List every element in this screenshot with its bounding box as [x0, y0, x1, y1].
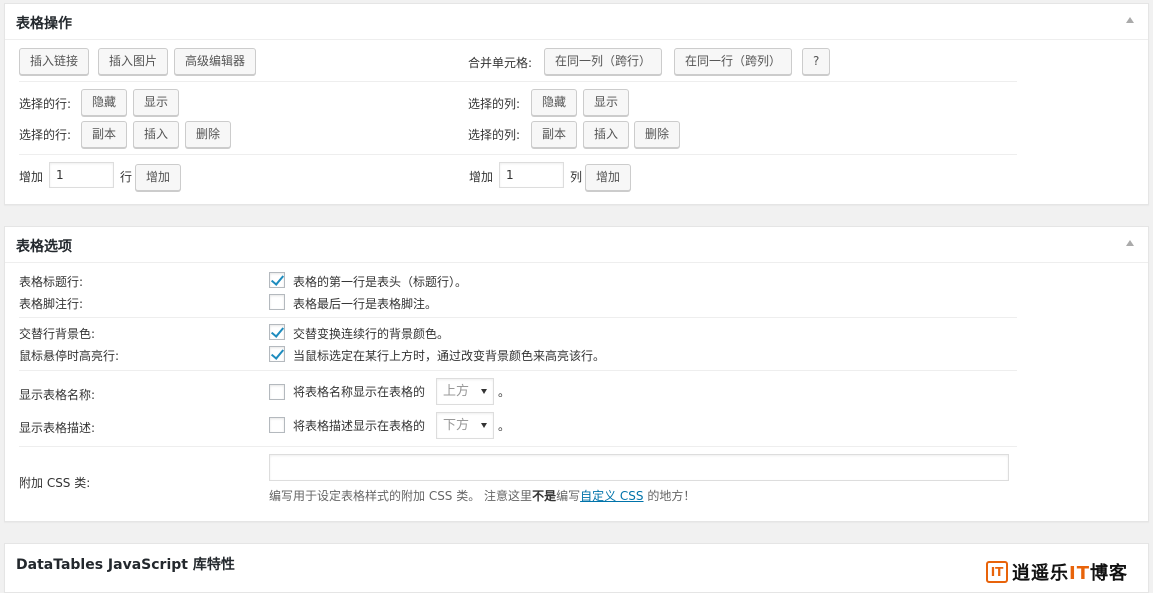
advanced-editor-button[interactable]: 高级编辑器: [174, 48, 257, 75]
show-name-text: 将表格名称显示在表格的: [293, 385, 426, 399]
hover-highlight-checkbox[interactable]: [269, 346, 285, 362]
add-columns-count-input[interactable]: [499, 162, 564, 188]
rows-unit-label: 行: [120, 170, 133, 184]
show-rows-button[interactable]: 显示: [133, 89, 180, 116]
duplicate-rows-button[interactable]: 副本: [81, 121, 128, 148]
panel-title: 表格选项: [16, 239, 72, 255]
desc-position-select[interactable]: 下方: [436, 412, 494, 439]
divider: [19, 154, 1017, 155]
name-position-select[interactable]: 上方: [436, 378, 494, 405]
duplicate-columns-button[interactable]: 副本: [531, 121, 578, 148]
footer-row-label: 表格脚注行:: [19, 297, 84, 311]
show-desc-text: 将表格描述显示在表格的: [293, 419, 426, 433]
insert-columns-button[interactable]: 插入: [583, 121, 630, 148]
show-columns-button[interactable]: 显示: [583, 89, 630, 116]
show-name-suffix: 。: [498, 385, 511, 399]
delete-rows-button[interactable]: 删除: [185, 121, 232, 148]
hover-highlight-label: 鼠标悬停时高亮行:: [19, 349, 120, 363]
hide-columns-button[interactable]: 隐藏: [531, 89, 578, 116]
add-columns-button[interactable]: 增加: [585, 164, 632, 191]
panel-header[interactable]: 表格选项: [5, 227, 1148, 263]
hide-rows-button[interactable]: 隐藏: [81, 89, 128, 116]
site-watermark-logo: IT 逍遥乐IT博客: [986, 560, 1128, 584]
footer-row-text: 表格最后一行是表格脚注。: [293, 297, 438, 311]
divider: [19, 446, 1017, 447]
help-text-prefix: 编写用于设定表格样式的附加 CSS 类。 注意这里: [269, 489, 533, 503]
panel-title: DataTables JavaScript 库特性: [16, 557, 235, 573]
table-operations-panel: 表格操作 插入链接 插入图片 高级编辑器 合并单元格: 在同一列（跨行） 在同一…: [4, 3, 1149, 205]
collapse-arrow-icon[interactable]: [1126, 17, 1134, 23]
selected-rows-label: 选择的行:: [19, 97, 72, 111]
selected-rows-label: 选择的行:: [19, 128, 72, 142]
hover-highlight-text: 当鼠标选定在某行上方时，通过改变背景颜色来高亮该行。: [293, 349, 606, 363]
table-options-panel: 表格选项 表格标题行: 表格的第一行是表头（标题行）。 表格脚注行: 表格最后一…: [4, 226, 1149, 522]
logo-text-b: IT: [1069, 563, 1090, 584]
desc-position-value: 下方: [443, 418, 470, 433]
show-name-label: 显示表格名称:: [19, 388, 96, 402]
help-text-bold: 不是: [532, 489, 557, 503]
merge-column-button[interactable]: 在同一列（跨行）: [544, 48, 663, 75]
header-row-checkbox[interactable]: [269, 272, 285, 288]
alternating-bg-label: 交替行背景色:: [19, 327, 96, 341]
show-desc-checkbox[interactable]: [269, 417, 285, 433]
panel-header[interactable]: 表格操作: [5, 4, 1148, 40]
show-desc-suffix: 。: [498, 419, 511, 433]
selected-columns-label: 选择的列:: [468, 97, 521, 111]
help-button[interactable]: ?: [802, 48, 831, 75]
dropdown-arrow-icon: [481, 389, 487, 394]
add-rows-label: 增加: [19, 170, 44, 184]
add-columns-label: 增加: [469, 170, 494, 184]
insert-rows-button[interactable]: 插入: [133, 121, 180, 148]
datatables-panel: DataTables JavaScript 库特性 IT 逍遥乐IT博客: [4, 543, 1149, 593]
extra-css-help: 编写用于设定表格样式的附加 CSS 类。 注意这里不是编写自定义 CSS 的地方…: [269, 487, 695, 504]
insert-link-button[interactable]: 插入链接: [19, 48, 90, 75]
merge-row-button[interactable]: 在同一行（跨列）: [674, 48, 793, 75]
custom-css-link[interactable]: 自定义 CSS: [580, 489, 643, 503]
show-name-checkbox[interactable]: [269, 384, 285, 400]
add-rows-count-input[interactable]: [49, 162, 114, 188]
delete-columns-button[interactable]: 删除: [634, 121, 681, 148]
footer-row-checkbox[interactable]: [269, 294, 285, 310]
help-text-mid: 编写: [556, 489, 581, 503]
logo-text: 逍遥乐IT博客: [1012, 559, 1128, 585]
header-row-label: 表格标题行:: [19, 275, 84, 289]
columns-unit-label: 列: [570, 170, 583, 184]
divider: [19, 370, 1017, 371]
panel-title: 表格操作: [16, 16, 72, 32]
selected-columns-label: 选择的列:: [468, 128, 521, 142]
help-text-suffix: 的地方！: [643, 489, 696, 503]
collapse-arrow-icon[interactable]: [1126, 240, 1134, 246]
divider: [19, 81, 1017, 82]
header-row-text: 表格的第一行是表头（标题行）。: [293, 275, 468, 289]
divider: [19, 317, 1017, 318]
merge-cells-label: 合并单元格:: [468, 56, 533, 70]
show-desc-label: 显示表格描述:: [19, 421, 96, 435]
add-rows-button[interactable]: 增加: [135, 164, 182, 191]
insert-image-button[interactable]: 插入图片: [98, 48, 169, 75]
alternating-bg-checkbox[interactable]: [269, 324, 285, 340]
name-position-value: 上方: [443, 384, 470, 399]
extra-css-label: 附加 CSS 类:: [19, 476, 91, 490]
dropdown-arrow-icon: [481, 423, 487, 428]
it-logo-icon: IT: [986, 561, 1009, 583]
extra-css-classes-input[interactable]: [269, 454, 1009, 481]
logo-text-c: 博客: [1090, 563, 1128, 584]
panel-header[interactable]: DataTables JavaScript 库特性: [5, 544, 1148, 580]
alternating-bg-text: 交替变换连续行的背景颜色。: [293, 327, 450, 341]
logo-text-a: 逍遥乐: [1012, 563, 1070, 584]
